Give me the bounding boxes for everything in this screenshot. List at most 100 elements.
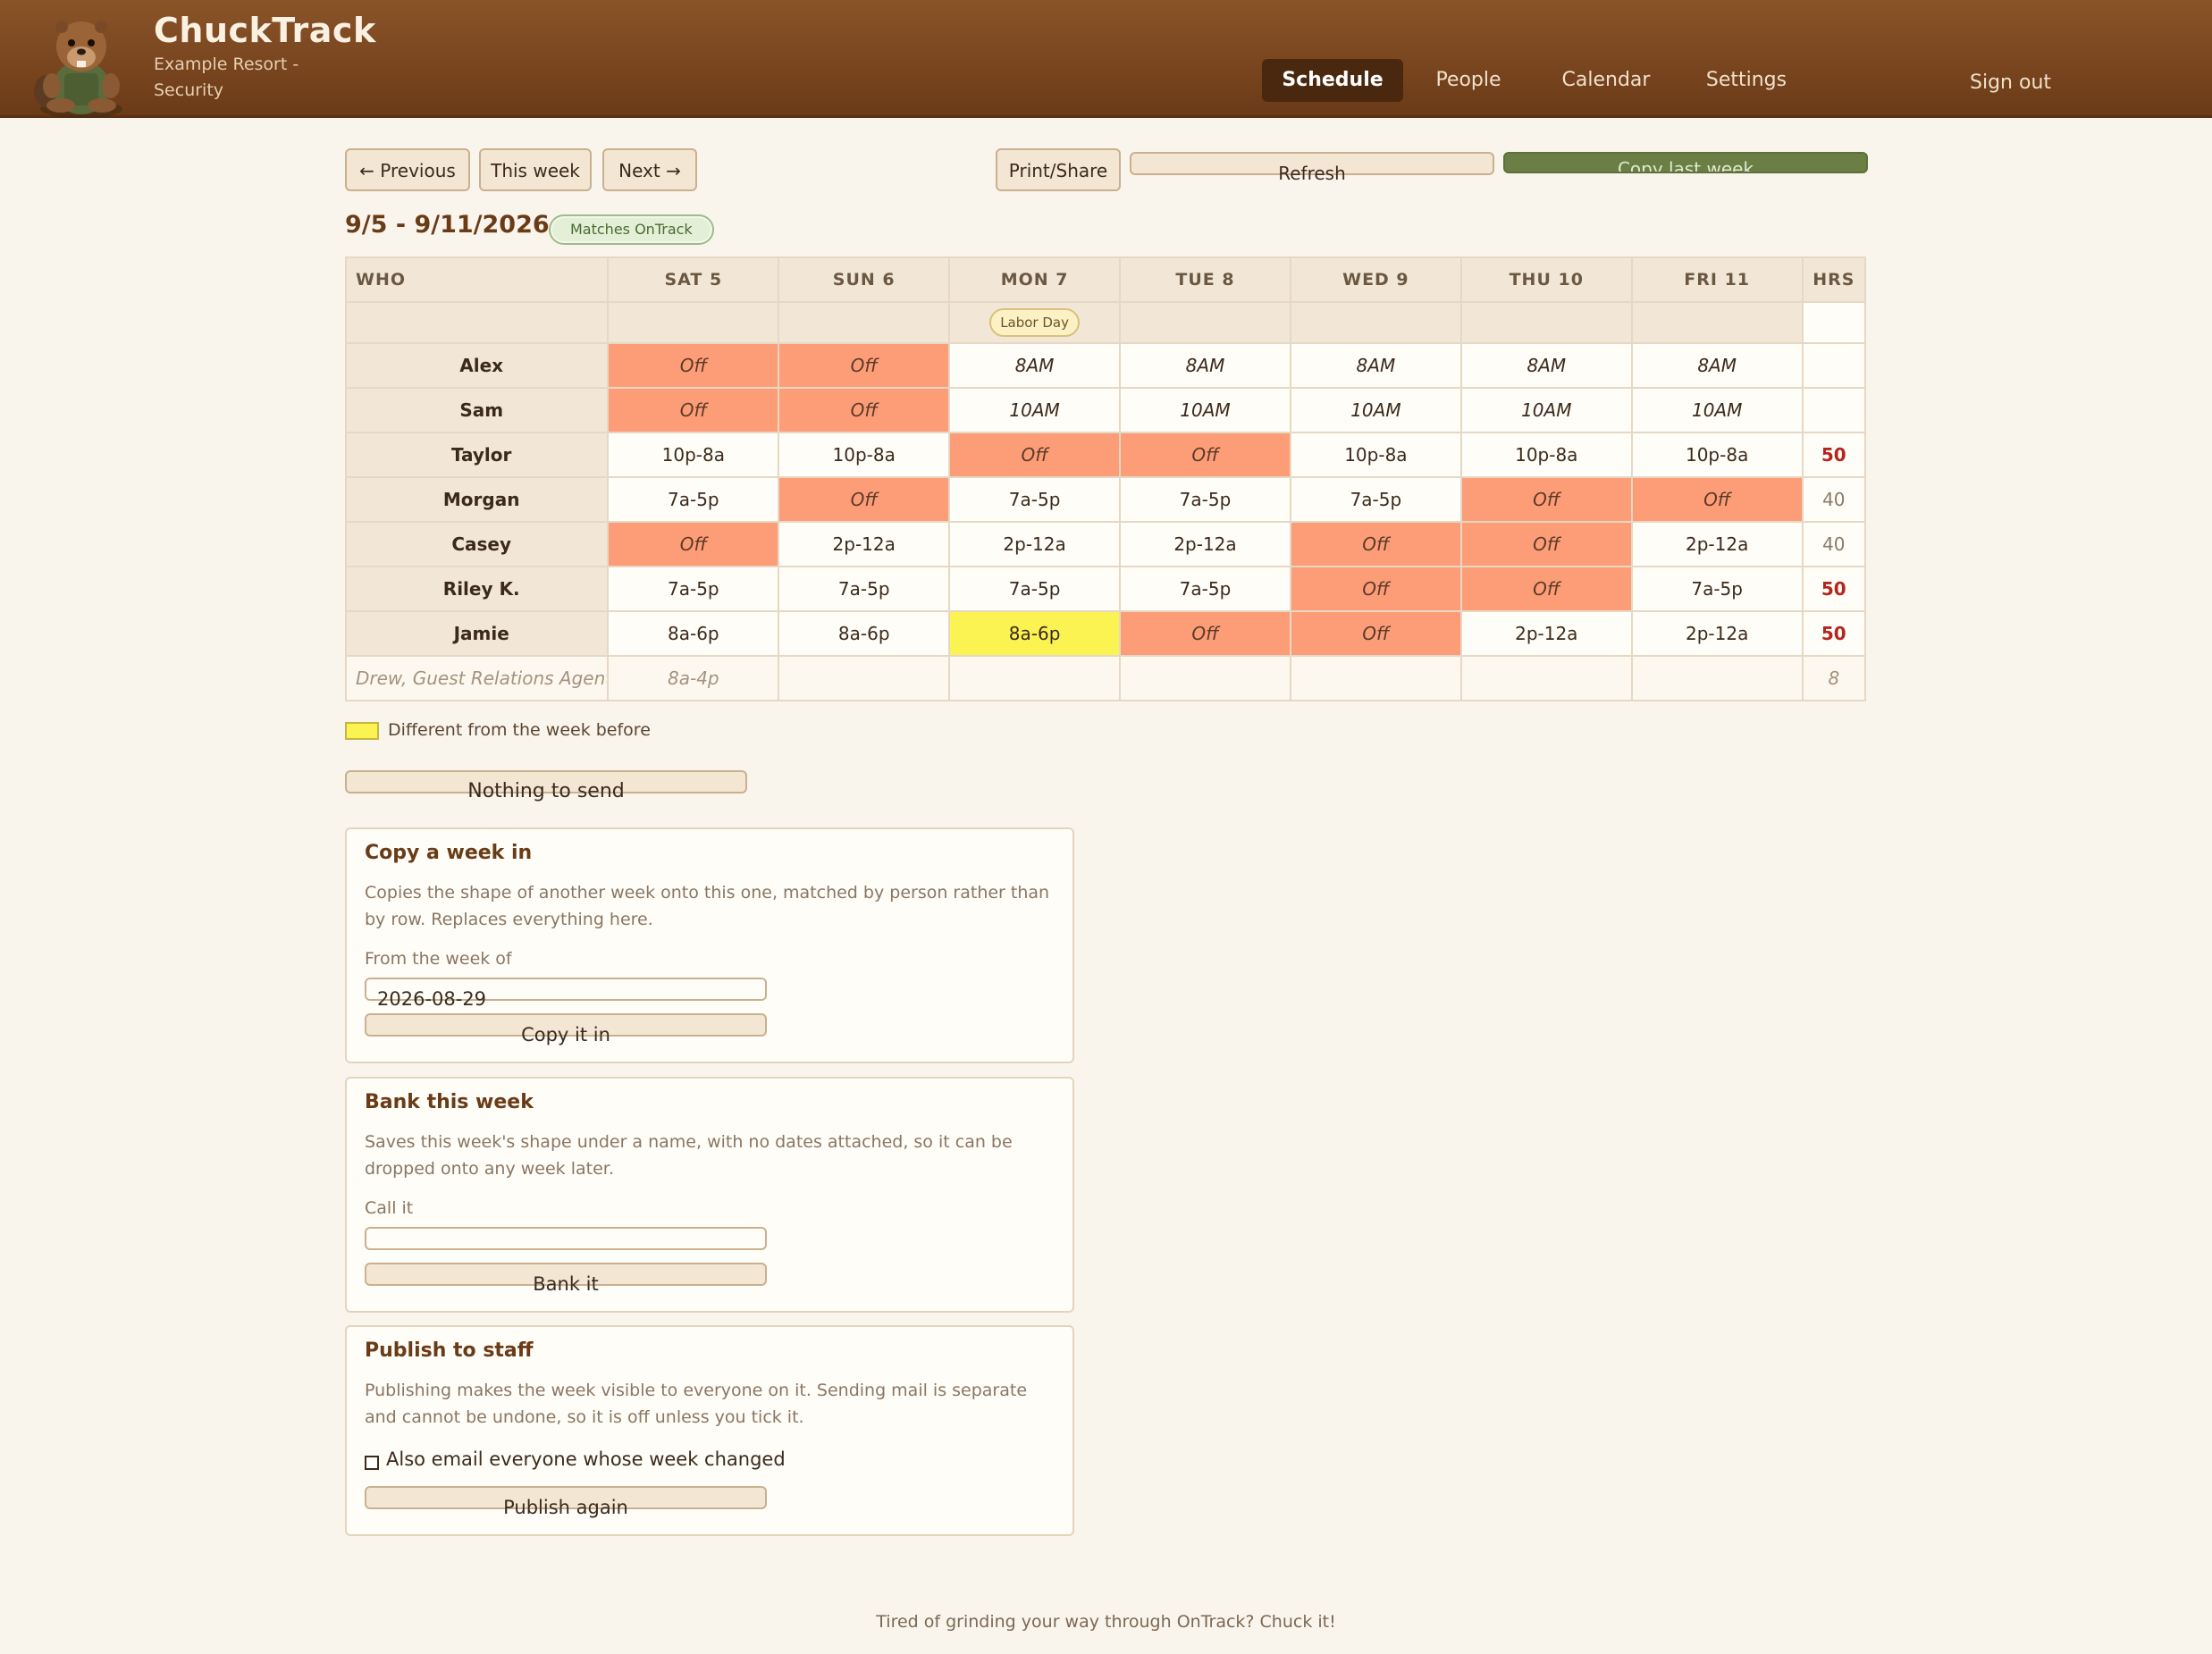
shift-cell[interactable]: 10AM xyxy=(948,387,1122,433)
shift-cell[interactable]: 10AM xyxy=(1289,387,1462,433)
shift-cell[interactable]: 10p-8a xyxy=(607,432,780,478)
email-changed-label[interactable]: Also email everyone whose week changed xyxy=(386,1448,786,1470)
day-column-header: MON 7 xyxy=(948,256,1122,303)
shift-cell-off[interactable]: Off xyxy=(607,342,780,389)
shift-cell[interactable]: 10AM xyxy=(1630,387,1804,433)
shift-cell-off[interactable]: Off xyxy=(948,432,1122,478)
hours-cell xyxy=(1801,387,1867,433)
shift-cell[interactable]: 2p-12a xyxy=(1630,521,1804,567)
nav-calendar[interactable]: Calendar xyxy=(1548,59,1664,102)
day-column-header: SUN 6 xyxy=(778,256,951,303)
shift-cell-off[interactable]: Off xyxy=(1289,566,1462,612)
shift-cell[interactable]: 8AM xyxy=(1630,342,1804,389)
hours-cell: 50 xyxy=(1801,610,1867,657)
sign-out-link[interactable]: Sign out xyxy=(1970,71,2051,94)
shift-cell-off[interactable]: Off xyxy=(1289,521,1462,567)
bank-name-input[interactable] xyxy=(365,1227,767,1250)
person-name: Casey xyxy=(344,521,610,567)
holiday-cell xyxy=(1630,301,1804,344)
app-subtitle: Example Resort - Security xyxy=(154,55,299,100)
shift-cell[interactable]: 7a-5p xyxy=(1289,476,1462,523)
shift-cell[interactable]: 7a-5p xyxy=(607,566,780,612)
shift-cell-off[interactable]: Off xyxy=(607,387,780,433)
bank-it-button[interactable]: Bank it xyxy=(365,1263,767,1295)
previous-week-button[interactable]: ← Previous xyxy=(345,148,470,191)
email-changed-checkbox[interactable] xyxy=(365,1456,379,1470)
shift-cell[interactable]: 10AM xyxy=(1119,387,1291,433)
shift-cell[interactable]: 2p-12a xyxy=(1630,610,1804,657)
next-week-button[interactable]: Next → xyxy=(602,148,697,191)
shift-cell-off[interactable]: Off xyxy=(1289,610,1462,657)
day-column-header: WED 9 xyxy=(1289,256,1462,303)
shift-cell[interactable]: 8AM xyxy=(1119,342,1291,389)
shift-cell[interactable]: 10p-8a xyxy=(1459,432,1633,478)
shift-cell[interactable]: 8AM xyxy=(948,342,1122,389)
shift-cell[interactable]: 8AM xyxy=(1459,342,1633,389)
app-title: ChuckTrack xyxy=(154,11,376,50)
shift-cell[interactable]: 10p-8a xyxy=(1630,432,1804,478)
holiday-cell xyxy=(1459,301,1633,344)
nothing-to-send-button[interactable]: Nothing to send xyxy=(345,770,747,802)
shift-cell[interactable]: 7a-5p xyxy=(778,566,951,612)
refresh-button[interactable]: Refresh xyxy=(1130,152,1494,184)
shift-cell-off[interactable]: Off xyxy=(1459,476,1633,523)
day-column-header: THU 10 xyxy=(1459,256,1633,303)
publish-again-button[interactable]: Publish again xyxy=(365,1486,767,1518)
copy-it-in-button[interactable]: Copy it in xyxy=(365,1013,767,1045)
copy-from-date-input[interactable]: 2026-08-29 xyxy=(365,978,767,1010)
shift-cell[interactable]: 8a-6p xyxy=(778,610,951,657)
week-range-title: 9/5 - 9/11/2026 xyxy=(345,211,550,239)
shift-cell[interactable]: 7a-5p xyxy=(1119,566,1291,612)
shift-cell-off[interactable]: Off xyxy=(1459,566,1633,612)
shift-cell-off[interactable]: Off xyxy=(607,521,780,567)
copy-last-week-button[interactable]: Copy last week xyxy=(1503,152,1868,173)
day-column-header: SAT 5 xyxy=(607,256,780,303)
shift-cell[interactable]: 8a-6p xyxy=(607,610,780,657)
bank-panel-description: Saves this week's shape under a name, wi… xyxy=(365,1132,1013,1179)
shift-cell[interactable]: 7a-5p xyxy=(607,476,780,523)
shift-cell[interactable]: 7a-5p xyxy=(948,566,1122,612)
hours-column-header: HRS xyxy=(1801,256,1867,303)
guest-shift-cell: 8a-4p xyxy=(607,655,780,701)
who-column-header: WHO xyxy=(344,256,610,303)
shift-cell[interactable]: 7a-5p xyxy=(948,476,1122,523)
shift-cell[interactable]: 7a-5p xyxy=(1119,476,1291,523)
shift-cell-off[interactable]: Off xyxy=(778,476,951,523)
nav-schedule[interactable]: Schedule xyxy=(1262,59,1403,102)
print-share-button[interactable]: Print/Share xyxy=(996,148,1121,191)
guest-shift-cell xyxy=(1459,655,1633,701)
table-row: Alex Off Off 8AM 8AM 8AM 8AM 8AM xyxy=(344,342,1867,389)
shift-cell[interactable]: 2p-12a xyxy=(1459,610,1633,657)
publish-panel-description: Publishing makes the week visible to eve… xyxy=(365,1381,1028,1427)
hours-cell: 40 xyxy=(1801,521,1867,567)
guest-shift-cell xyxy=(1119,655,1291,701)
shift-cell[interactable]: 8AM xyxy=(1289,342,1462,389)
beaver-logo xyxy=(34,21,122,118)
shift-cell[interactable]: 10AM xyxy=(1459,387,1633,433)
shift-cell-off[interactable]: Off xyxy=(1119,432,1291,478)
hours-cell: 50 xyxy=(1801,566,1867,612)
app-header: ChuckTrack Example Resort - Security Sch… xyxy=(0,0,2212,118)
shift-cell[interactable]: 2p-12a xyxy=(1119,521,1291,567)
shift-cell-off[interactable]: Off xyxy=(1630,476,1804,523)
holiday-cell xyxy=(1289,301,1462,344)
guest-name: Drew, Guest Relations Agent xyxy=(344,655,610,701)
shift-cell[interactable]: 2p-12a xyxy=(948,521,1122,567)
shift-cell[interactable]: 7a-5p xyxy=(1630,566,1804,612)
this-week-button[interactable]: This week xyxy=(479,148,592,191)
person-name: Alex xyxy=(344,342,610,389)
shift-cell-off[interactable]: Off xyxy=(778,342,951,389)
person-name: Jamie xyxy=(344,610,610,657)
table-header-row: WHO SAT 5 SUN 6 MON 7 TUE 8 WED 9 THU 10 FRI 11… xyxy=(344,256,1867,303)
shift-cell-off[interactable]: Off xyxy=(1459,521,1633,567)
shift-cell[interactable]: 2p-12a xyxy=(778,521,951,567)
nav-settings[interactable]: Settings xyxy=(1695,59,1798,102)
nav-people[interactable]: People xyxy=(1419,59,1518,102)
shift-cell[interactable]: 8a-6p xyxy=(948,610,1122,657)
shift-cell-off[interactable]: Off xyxy=(778,387,951,433)
shift-cell[interactable]: 10p-8a xyxy=(1289,432,1462,478)
person-name: Morgan xyxy=(344,476,610,523)
shift-cell[interactable]: 10p-8a xyxy=(778,432,951,478)
guest-shift-cell xyxy=(778,655,951,701)
shift-cell-off[interactable]: Off xyxy=(1119,610,1291,657)
